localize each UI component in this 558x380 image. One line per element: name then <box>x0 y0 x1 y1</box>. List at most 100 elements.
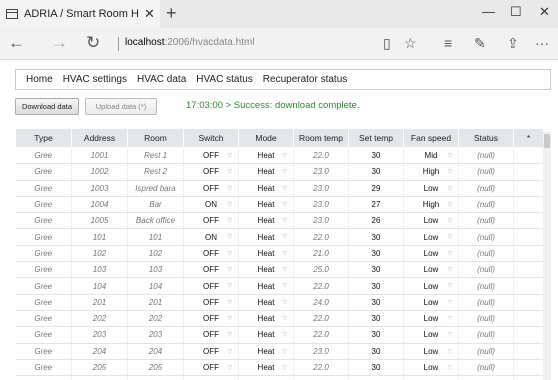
browser-tab[interactable]: ADRIA / Smart Room H ✕ <box>0 0 160 28</box>
cell-mode[interactable]: Heat ▽ <box>238 147 294 165</box>
table-row[interactable]: Gree 1001 Rest 1 OFF ▽ Heat ▽ 22.0 30 Mid ▽ (null) <box>15 147 544 165</box>
share-icon[interactable]: ⇪ <box>507 35 519 52</box>
table-row[interactable]: Gree 102 102 OFF ▽ Heat ▽ 21.0 30 Low ▽ (null) <box>15 245 544 263</box>
cell-set-temp[interactable]: 30 <box>348 375 404 380</box>
cell-switch[interactable]: OFF▽ <box>183 180 239 197</box>
dropdown-caret-icon[interactable]: ▽ <box>227 185 232 192</box>
column-header-switch[interactable]: Switch <box>183 128 239 148</box>
cell-fan-speed[interactable]: Low▽ <box>403 310 459 328</box>
dropdown-caret-icon[interactable]: ▽ <box>227 266 232 273</box>
dropdown-caret-icon[interactable]: ▽ <box>227 364 232 371</box>
table-row[interactable]: Gree 203 203 OFF ▽ Heat ▽ 22.0 30 Low ▽ (null) <box>15 326 544 344</box>
table-row[interactable]: Gree 1002 Rest 2 OFF ▽ Heat ▽ 23.0 30 High ▽ (null) <box>15 163 544 181</box>
cell-fan-speed[interactable]: Low▽ <box>403 277 459 295</box>
favorite-icon[interactable]: ☆ <box>404 35 417 52</box>
cell-fan-speed[interactable]: Low▽ <box>403 228 459 246</box>
cell-switch[interactable]: OFF▽ <box>183 261 239 279</box>
back-icon[interactable]: ← <box>8 33 25 53</box>
cell-switch[interactable]: OFF▽ <box>183 310 239 328</box>
dropdown-caret-icon[interactable]: ▽ <box>227 250 232 257</box>
dropdown-caret-icon[interactable]: ▽ <box>282 233 287 240</box>
upload-data-button[interactable]: Upload data (*) <box>85 98 157 115</box>
cell-fan-speed[interactable]: High ▽ <box>403 196 459 214</box>
nav-recuperator-status[interactable]: Recuperator status <box>263 74 348 85</box>
dropdown-caret-icon[interactable]: ▽ <box>227 299 232 306</box>
cell-mode[interactable]: Heat ▽ <box>238 196 294 214</box>
tab-close-icon[interactable]: ✕ <box>144 6 155 22</box>
table-row[interactable]: Gree 1005 Back office OFF ▽ Heat ▽ 23.0 26 Low ▽ (n… <box>15 212 544 230</box>
cell-set-temp[interactable]: 30 <box>348 310 404 328</box>
window-close-icon[interactable]: ✕ <box>539 4 550 20</box>
hub-icon[interactable]: ≡ <box>444 35 452 51</box>
dropdown-caret-icon[interactable]: ▽ <box>447 266 452 273</box>
cell-switch[interactable]: OFF▽ <box>183 212 239 230</box>
dropdown-caret-icon[interactable]: ▽ <box>227 201 232 208</box>
cell-set-temp[interactable]: 30 <box>348 228 404 246</box>
dropdown-caret-icon[interactable]: ▽ <box>447 201 452 208</box>
dropdown-caret-icon[interactable]: ▽ <box>282 364 287 371</box>
nav-hvac-status[interactable]: HVAC status <box>196 74 253 85</box>
dropdown-caret-icon[interactable]: ▽ <box>282 299 287 306</box>
table-row[interactable]: Gree 104 104 OFF ▽ Heat ▽ 22.0 30 Low ▽ (null) <box>15 277 544 295</box>
maximize-icon[interactable]: ☐ <box>510 4 522 20</box>
dropdown-caret-icon[interactable]: ▽ <box>447 364 452 371</box>
cell-fan-speed[interactable]: High ▽ <box>403 163 459 181</box>
column-header-mode[interactable]: Mode <box>238 128 294 148</box>
column-header-star[interactable]: * <box>513 128 544 148</box>
cell-set-temp[interactable]: 30 <box>348 147 404 165</box>
nav-hvac-settings[interactable]: HVAC settings <box>63 74 127 85</box>
dropdown-caret-icon[interactable]: ▽ <box>282 250 287 257</box>
dropdown-caret-icon[interactable]: ▽ <box>282 315 287 322</box>
dropdown-caret-icon[interactable]: ▽ <box>227 282 232 289</box>
dropdown-caret-icon[interactable]: ▽ <box>447 331 452 338</box>
table-row[interactable]: Gree 202 202 OFF ▽ Heat ▽ 22.0 30 Low ▽ (null) <box>15 310 544 328</box>
table-row[interactable]: Gree 1003 Ispred bara OFF ▽ Heat ▽ 23.0 29 Low ▽ (n… <box>15 180 544 197</box>
dropdown-caret-icon[interactable]: ▽ <box>447 348 452 355</box>
new-tab-icon[interactable]: + <box>166 3 177 24</box>
cell-switch[interactable]: OFF▽ <box>183 147 239 165</box>
dropdown-caret-icon[interactable]: ▽ <box>447 168 452 175</box>
dropdown-caret-icon[interactable]: ▽ <box>282 266 287 273</box>
cell-switch[interactable]: OFF▽ <box>183 375 239 380</box>
cell-fan-speed[interactable]: Low▽ <box>403 375 459 380</box>
cell-set-temp[interactable]: 30 <box>348 294 404 311</box>
table-row[interactable]: Gree 103 103 OFF ▽ Heat ▽ 25.0 30 Low ▽ (null) <box>15 261 544 279</box>
table-row[interactable]: Gree 1004 Bar ON ▽ Heat ▽ 23.0 27 High ▽ (null) <box>15 196 544 214</box>
cell-set-temp[interactable]: 30 <box>348 326 404 344</box>
cell-set-temp[interactable]: 30 <box>348 261 404 279</box>
cell-mode[interactable]: Heat ▽ <box>238 163 294 181</box>
cell-fan-speed[interactable]: Low▽ <box>403 343 459 360</box>
dropdown-caret-icon[interactable]: ▽ <box>282 282 287 289</box>
scrollbar-thumb[interactable] <box>544 134 550 148</box>
cell-set-temp[interactable]: 30 <box>348 343 404 360</box>
cell-mode[interactable]: Heat ▽ <box>238 180 294 197</box>
cell-mode[interactable]: Heat ▽ <box>238 343 294 360</box>
cell-fan-speed[interactable]: Low▽ <box>403 294 459 311</box>
refresh-icon[interactable]: ↻ <box>86 33 100 53</box>
cell-mode[interactable]: Heat ▽ <box>238 310 294 328</box>
cell-mode[interactable]: Heat ▽ <box>238 245 294 263</box>
cell-set-temp[interactable]: 29 <box>348 180 404 197</box>
cell-fan-speed[interactable]: Low▽ <box>403 212 459 230</box>
cell-switch[interactable]: OFF▽ <box>183 294 239 311</box>
table-row[interactable]: Gree 205 205 OFF ▽ Heat ▽ 22.0 30 Low ▽ (null) <box>15 359 544 377</box>
nav-home[interactable]: Home <box>26 74 53 85</box>
dropdown-caret-icon[interactable]: ▽ <box>282 168 287 175</box>
dropdown-caret-icon[interactable]: ▽ <box>447 315 452 322</box>
column-header-set-temp[interactable]: Set temp <box>348 128 404 148</box>
cell-mode[interactable]: Heat ▽ <box>238 294 294 311</box>
cell-set-temp[interactable]: 26 <box>348 212 404 230</box>
column-header-room-temp[interactable]: Room temp <box>293 128 349 148</box>
table-row[interactable]: Gree 101 101 ON ▽ Heat ▽ 22.0 30 Low ▽ (null) <box>15 228 544 246</box>
column-header-fan-speed[interactable]: Fan speed <box>403 128 459 148</box>
column-header-room[interactable]: Room <box>127 128 184 148</box>
cell-fan-speed[interactable]: Low▽ <box>403 261 459 279</box>
nav-hvac-data[interactable]: HVAC data <box>137 74 186 85</box>
dropdown-caret-icon[interactable]: ▽ <box>227 331 232 338</box>
dropdown-caret-icon[interactable]: ▽ <box>227 168 232 175</box>
cell-set-temp[interactable]: 30 <box>348 163 404 181</box>
table-scrollbar[interactable] <box>543 132 551 380</box>
cell-fan-speed[interactable]: Low▽ <box>403 180 459 197</box>
cell-switch[interactable]: OFF▽ <box>183 163 239 181</box>
cell-fan-speed[interactable]: Low▽ <box>403 359 459 377</box>
